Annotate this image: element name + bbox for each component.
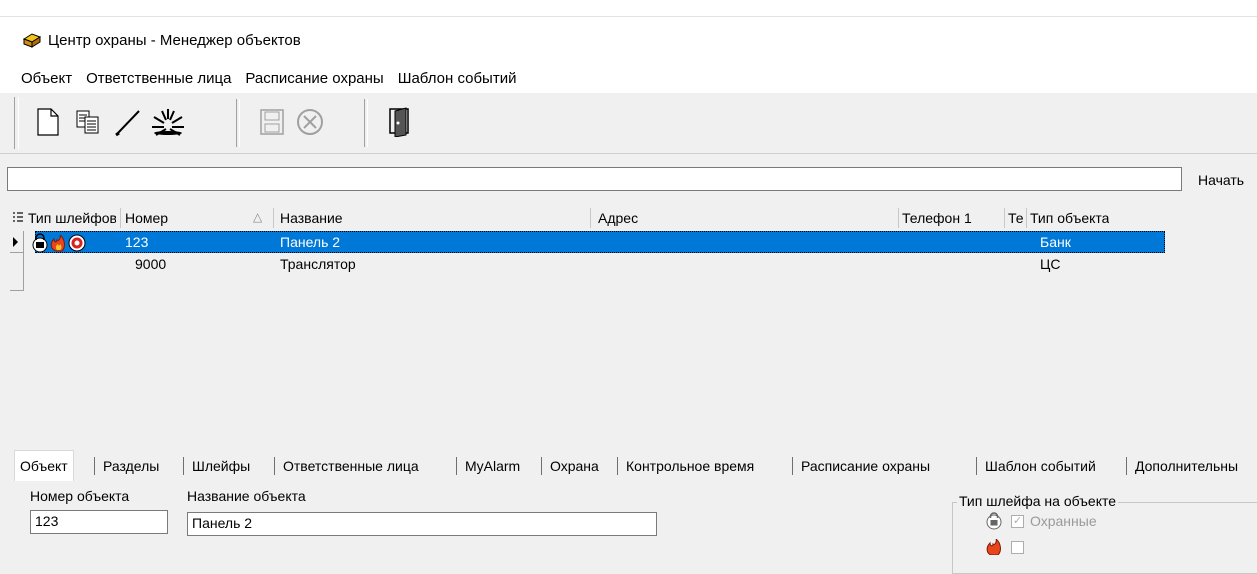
tab-separator bbox=[183, 457, 184, 475]
column-header-address[interactable]: Адрес bbox=[598, 210, 638, 226]
object-name-field[interactable]: Панель 2 bbox=[187, 512, 657, 536]
tab-separator bbox=[94, 457, 95, 475]
column-separator[interactable] bbox=[273, 208, 274, 228]
search-input[interactable] bbox=[7, 167, 1182, 191]
save-disk-icon bbox=[260, 109, 284, 135]
fire-icon bbox=[50, 234, 65, 252]
tab-event-template[interactable]: Шаблон событий bbox=[980, 454, 1101, 479]
tab-loops[interactable]: Шлейфы bbox=[187, 454, 255, 479]
window-title: Центр охраны - Менеджер объектов bbox=[48, 31, 301, 49]
row-name: Панель 2 bbox=[280, 234, 341, 250]
fire-icon bbox=[985, 538, 1003, 558]
alarm-target-icon bbox=[68, 234, 86, 252]
title-bar: Центр охраны - Менеджер объектов bbox=[0, 17, 1257, 63]
row-name: Транслятор bbox=[280, 256, 356, 272]
start-search-button[interactable]: Начать bbox=[1198, 172, 1244, 188]
cancel-circle-icon bbox=[297, 109, 323, 135]
tab-separator bbox=[617, 457, 618, 475]
menu-event-template[interactable]: Шаблон событий bbox=[392, 70, 523, 87]
explosion-icon bbox=[152, 109, 184, 136]
column-separator[interactable] bbox=[1026, 208, 1027, 228]
window-top-strip bbox=[0, 0, 1257, 17]
column-header-name[interactable]: Название bbox=[280, 210, 343, 226]
current-row-arrow-icon bbox=[13, 237, 18, 247]
tab-partitions[interactable]: Разделы bbox=[98, 454, 164, 479]
copy-icon bbox=[76, 110, 99, 134]
lock-icon bbox=[32, 233, 48, 253]
edit-object-button[interactable] bbox=[108, 101, 148, 143]
column-header-phone1[interactable]: Телефон 1 bbox=[902, 210, 984, 226]
tab-separator bbox=[976, 457, 977, 475]
column-chooser-icon[interactable] bbox=[12, 210, 28, 226]
sort-ascending-icon: △ bbox=[253, 210, 263, 224]
tab-guard[interactable]: Охрана bbox=[545, 454, 604, 479]
tab-control-time[interactable]: Контрольное время bbox=[621, 454, 759, 479]
column-header-object-type[interactable]: Тип объекта bbox=[1030, 210, 1109, 226]
new-document-icon bbox=[37, 108, 59, 136]
grid-header: Тип шлейфов Номер △ Название Адрес Телеф… bbox=[10, 205, 1257, 231]
detail-tabs: Объект Разделы Шлейфы Ответственные лица… bbox=[14, 449, 1257, 482]
toolbar-separator bbox=[236, 99, 240, 147]
tab-responsible-persons[interactable]: Ответственные лица bbox=[278, 454, 424, 479]
tab-guard-schedule[interactable]: Расписание охраны bbox=[796, 454, 935, 479]
column-separator[interactable] bbox=[590, 208, 591, 228]
table-row[interactable]: 9000 Транслятор ЦС bbox=[10, 253, 1168, 291]
row-object-type: ЦС bbox=[1040, 256, 1061, 272]
security-loops-checkbox[interactable]: ✓ bbox=[1011, 515, 1024, 528]
exit-door-icon bbox=[389, 107, 409, 137]
search-row: Начать bbox=[0, 163, 1257, 203]
menu-object[interactable]: Объект bbox=[13, 70, 78, 87]
menu-bar: Объект Ответственные лица Расписание охр… bbox=[0, 63, 1257, 93]
menu-guard-schedule[interactable]: Расписание охраны bbox=[239, 70, 389, 87]
table-row[interactable]: 123 Панель 2 Банк bbox=[10, 231, 1168, 253]
app-icon bbox=[22, 30, 42, 50]
row-number: 9000 bbox=[135, 256, 167, 272]
toolbar bbox=[0, 93, 1257, 154]
copy-object-button[interactable] bbox=[68, 101, 108, 143]
row-indicator[interactable] bbox=[10, 253, 24, 291]
tab-object[interactable]: Объект bbox=[14, 450, 74, 481]
objects-grid: Тип шлейфов Номер △ Название Адрес Телеф… bbox=[10, 205, 1257, 440]
object-name-label: Название объекта bbox=[187, 488, 306, 504]
tab-separator bbox=[456, 457, 457, 475]
pencil-icon bbox=[115, 110, 140, 137]
save-button[interactable] bbox=[252, 101, 292, 143]
column-separator[interactable] bbox=[898, 208, 899, 228]
toolbar-separator bbox=[364, 99, 368, 147]
column-separator[interactable] bbox=[120, 208, 121, 228]
menu-responsible-persons[interactable]: Ответственные лица bbox=[80, 70, 237, 87]
lock-icon bbox=[985, 512, 1003, 533]
column-header-phone2[interactable]: Те bbox=[1008, 210, 1026, 226]
security-loops-label: Охранные bbox=[1030, 513, 1097, 529]
object-number-field[interactable]: 123 bbox=[30, 510, 168, 534]
exit-button[interactable] bbox=[380, 101, 420, 143]
delete-object-button[interactable] bbox=[148, 101, 188, 143]
fire-loops-checkbox[interactable] bbox=[1011, 541, 1024, 554]
object-detail-panel: Номер объекта 123 Название объекта Панел… bbox=[14, 481, 1257, 574]
toolbar-grip[interactable] bbox=[14, 97, 19, 149]
tab-myalarm[interactable]: MyAlarm bbox=[460, 454, 525, 479]
object-number-label: Номер объекта bbox=[30, 488, 130, 504]
column-header-number[interactable]: Номер bbox=[125, 210, 185, 226]
loop-type-groupbox: Тип шлейфа на объекте ✓ Охранные bbox=[952, 493, 1257, 574]
new-object-button[interactable] bbox=[28, 101, 68, 143]
cancel-button[interactable] bbox=[290, 101, 330, 143]
row-number: 123 bbox=[125, 234, 149, 250]
loop-type-group-title: Тип шлейфа на объекте bbox=[957, 493, 1119, 509]
row-indicator[interactable] bbox=[10, 231, 24, 253]
column-header-loop-type[interactable]: Тип шлейфов bbox=[28, 210, 116, 226]
row-object-type: Банк bbox=[1040, 234, 1071, 250]
column-separator[interactable] bbox=[1004, 208, 1005, 228]
tab-separator bbox=[541, 457, 542, 475]
tab-separator bbox=[1126, 457, 1127, 475]
tab-separator bbox=[274, 457, 275, 475]
row-selection-highlight bbox=[35, 231, 1165, 253]
tab-separator bbox=[792, 457, 793, 475]
tab-additional[interactable]: Дополнительны bbox=[1130, 454, 1243, 479]
